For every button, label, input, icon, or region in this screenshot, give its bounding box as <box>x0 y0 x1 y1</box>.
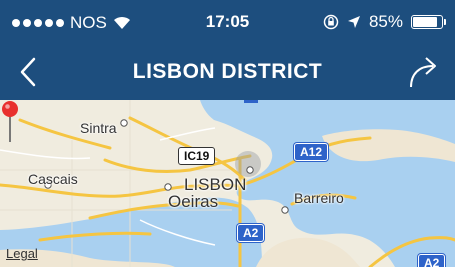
navigation-bar: LISBON DISTRICT <box>0 44 455 100</box>
legal-link[interactable]: Legal <box>6 246 38 261</box>
place-label-oeiras: Oeiras <box>168 192 219 211</box>
rotation-lock-icon <box>323 14 339 30</box>
location-arrow-icon <box>347 16 360 28</box>
page-title: LISBON DISTRICT <box>132 60 323 83</box>
road-shield-a2: A2 <box>237 224 265 242</box>
status-bar: NOS 17:05 85% <box>0 0 455 44</box>
battery-icon <box>411 15 446 29</box>
battery-percentage: 85% <box>368 12 403 31</box>
app: NOS 17:05 85% LISBON DISTRICT Sintra Cas… <box>0 0 455 267</box>
road-shield-ic19: IC19 <box>178 147 216 165</box>
place-label-sintra: Sintra <box>80 120 117 136</box>
place-label-barreiro: Barreiro <box>294 190 344 206</box>
road-shield-a2-lower: A2 <box>418 254 446 267</box>
road-shield-a12: A12 <box>294 143 329 161</box>
place-label-cascais: Cascais <box>28 171 78 187</box>
map-pin-icon[interactable] <box>0 100 20 144</box>
map-view[interactable]: Sintra Cascais LISBON Oeiras Barreiro IC… <box>0 100 455 267</box>
status-right: 85% <box>323 12 446 32</box>
share-arrow-icon[interactable] <box>407 54 441 90</box>
